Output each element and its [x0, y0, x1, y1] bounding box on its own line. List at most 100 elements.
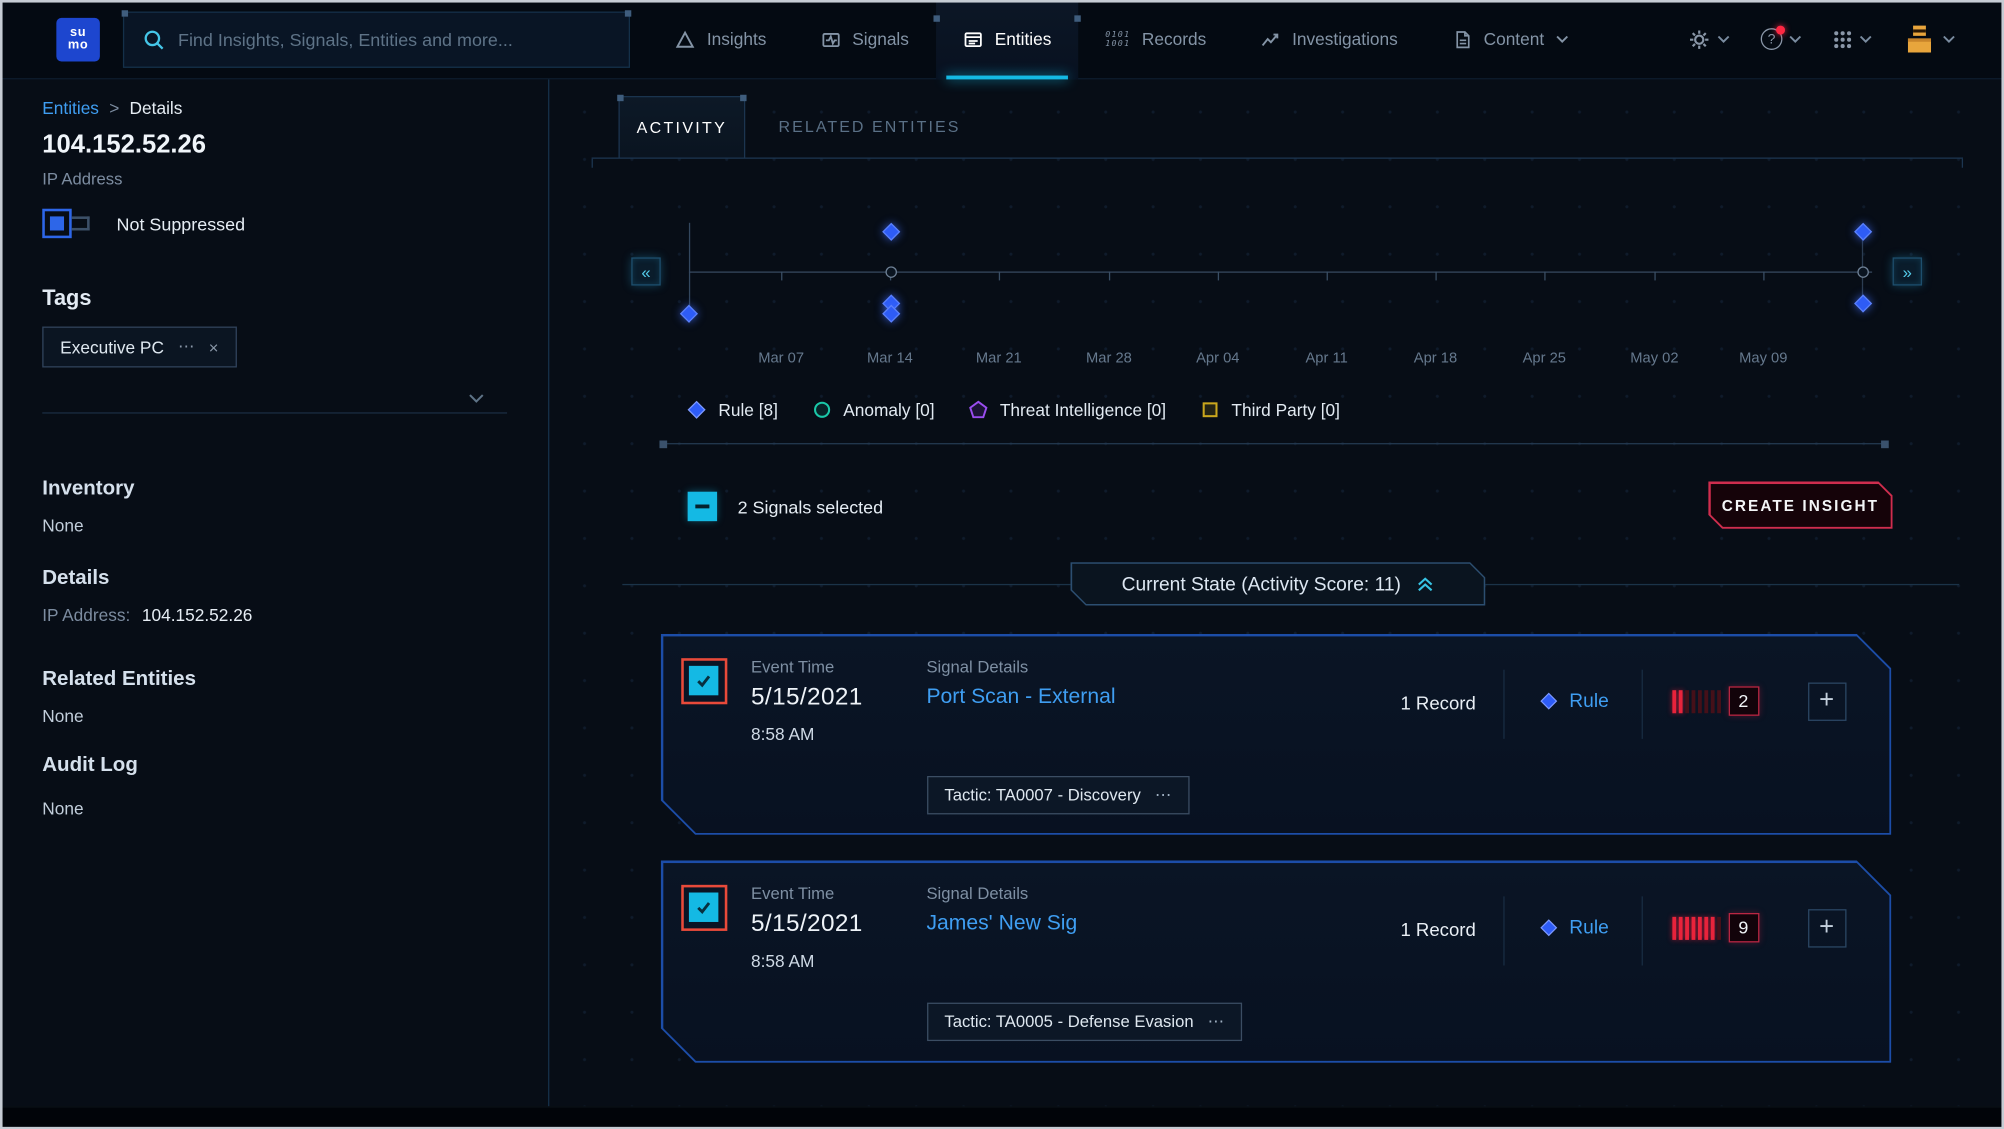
nav-label: Signals [852, 29, 909, 48]
anomaly-circle-icon [811, 400, 831, 420]
entity-sidebar: Entities > Details 104.152.52.26 IP Addr… [0, 79, 549, 1106]
tab-related-entities[interactable]: RELATED ENTITIES [766, 96, 974, 157]
timeline-axis-point[interactable] [1857, 266, 1869, 278]
legend-label: Third Party [0] [1231, 400, 1340, 419]
select-all-checkbox[interactable] [688, 492, 717, 521]
severity-bars [1672, 915, 1721, 939]
collapse-chevron-up-icon [1416, 576, 1434, 593]
timeline-axis-point[interactable] [885, 266, 897, 278]
event-time: 8:58 AM [751, 951, 863, 970]
checkbox-checked [689, 893, 718, 922]
current-state-toggle[interactable]: Current State (Activity Score: 11) [1071, 562, 1486, 606]
legend-threat-intelligence[interactable]: Threat Intelligence [0] [968, 400, 1166, 420]
tag-remove-icon[interactable]: × [209, 337, 219, 356]
nav-label: Investigations [1292, 29, 1398, 48]
chevron-down-icon [1789, 35, 1802, 44]
settings-menu[interactable] [1688, 28, 1730, 51]
suppression-toggle[interactable] [42, 209, 89, 238]
signal-title-link[interactable]: Port Scan - External [926, 684, 1115, 708]
nav-content[interactable]: Content [1425, 0, 1596, 79]
signal-card: Event Time 5/15/2021 8:58 AM Signal Deta… [661, 861, 1892, 1063]
check-icon [694, 898, 713, 917]
nav-label: Entities [995, 29, 1052, 48]
signal-type: Rule [1539, 690, 1609, 712]
legend-rule[interactable]: Rule [8] [686, 400, 778, 420]
add-to-insight-button[interactable]: + [1807, 682, 1845, 720]
tactic-chip[interactable]: Tactic: TA0005 - Defense Evasion ⋯ [926, 1002, 1242, 1040]
breadcrumb-entities-link[interactable]: Entities [42, 99, 99, 118]
audit-log-heading: Audit Log [42, 754, 138, 777]
breadcrumb-current: Details [130, 99, 183, 118]
nav-signals[interactable]: Signals [793, 0, 935, 79]
tab-activity[interactable]: ACTIVITY [618, 96, 745, 157]
rule-diamond-icon [686, 400, 706, 420]
current-state-line [622, 583, 1070, 584]
entity-type: IP Address [42, 169, 122, 188]
divider [1503, 896, 1504, 965]
nav-label: Insights [707, 29, 767, 48]
toggle-rail [72, 216, 90, 230]
legend-anomaly[interactable]: Anomaly [0] [811, 400, 934, 420]
signal-type-label: Rule [1569, 690, 1609, 712]
tactic-chip[interactable]: Tactic: TA0007 - Discovery ⋯ [926, 775, 1189, 813]
timeline-signal-marker[interactable] [882, 305, 900, 323]
nav-records[interactable]: 0101 1001 Records [1078, 0, 1233, 79]
entity-title: 104.152.52.26 [42, 131, 206, 160]
corner-accent [933, 15, 939, 21]
legend-third-party[interactable]: Third Party [0] [1199, 400, 1340, 420]
signal-type: Rule [1539, 916, 1609, 938]
signal-card: Event Time 5/15/2021 8:58 AM Signal Deta… [661, 634, 1892, 835]
tag-label: Executive PC [60, 337, 164, 356]
search-input[interactable] [178, 29, 611, 49]
signal-checkbox[interactable] [681, 658, 727, 704]
timeline-signal-marker[interactable] [1854, 223, 1872, 241]
timeline-next-button[interactable]: » [1893, 257, 1922, 285]
severity-value: 9 [1728, 912, 1759, 941]
create-insight-label: CREATE INSIGHT [1710, 483, 1891, 527]
signal-checkbox[interactable] [681, 884, 727, 930]
record-count: 1 Record [1361, 693, 1476, 713]
timeline-signal-marker[interactable] [680, 305, 698, 323]
nav-entities[interactable]: Entities [936, 0, 1078, 79]
timeline-signal-marker[interactable] [882, 223, 900, 241]
tactic-more-icon[interactable]: ⋯ [1155, 784, 1172, 804]
tactic-more-icon[interactable]: ⋯ [1208, 1011, 1225, 1031]
tag-chip[interactable]: Executive PC ⋯ × [42, 327, 236, 368]
timeline-signal-marker[interactable] [1854, 294, 1872, 312]
create-insight-button[interactable]: CREATE INSIGHT [1708, 481, 1892, 528]
add-to-insight-button[interactable]: + [1807, 909, 1845, 947]
chevron-down-icon [1943, 35, 1956, 44]
nav-investigations[interactable]: Investigations [1233, 0, 1425, 79]
tactic-label: Tactic: TA0005 - Defense Evasion [944, 1012, 1193, 1031]
audit-log-value: None [42, 799, 83, 818]
records-icon: 0101 1001 [1105, 31, 1130, 48]
nav-label: Records [1142, 29, 1206, 48]
sidebar-divider [42, 412, 507, 413]
third-party-square-icon [1199, 400, 1219, 420]
timeline-prev-button[interactable]: « [631, 257, 660, 285]
signal-details-column: Signal Details Port Scan - External [926, 656, 1115, 709]
nav-insights[interactable]: Insights [648, 0, 793, 79]
tags-expand-chevron[interactable] [469, 387, 484, 410]
insights-icon [675, 29, 695, 49]
related-entities-value: None [42, 707, 83, 726]
breadcrumb-separator: > [109, 99, 119, 118]
rule-diamond-icon [1539, 691, 1558, 710]
tabs-divider [592, 158, 1963, 159]
event-time-column: Event Time 5/15/2021 8:58 AM [751, 656, 863, 743]
signal-title-link[interactable]: James' New Sig [926, 911, 1077, 935]
toggle-box [42, 209, 71, 238]
gear-icon [1688, 28, 1711, 51]
tag-more-icon[interactable]: ⋯ [178, 337, 195, 357]
app-window: su mo Insights Signals Entities [0, 0, 2004, 1129]
topbar: su mo Insights Signals Entities [0, 0, 2004, 79]
apps-menu[interactable] [1832, 29, 1872, 49]
sumo-logo[interactable]: su mo [56, 17, 100, 61]
help-menu[interactable]: ? [1761, 28, 1802, 50]
global-search[interactable] [123, 11, 630, 67]
details-field-value: 104.152.52.26 [142, 606, 253, 625]
chevron-down-icon [1556, 35, 1569, 44]
signal-type-label: Rule [1569, 916, 1609, 938]
user-menu[interactable] [1903, 24, 1956, 53]
breadcrumb: Entities > Details [42, 99, 182, 118]
